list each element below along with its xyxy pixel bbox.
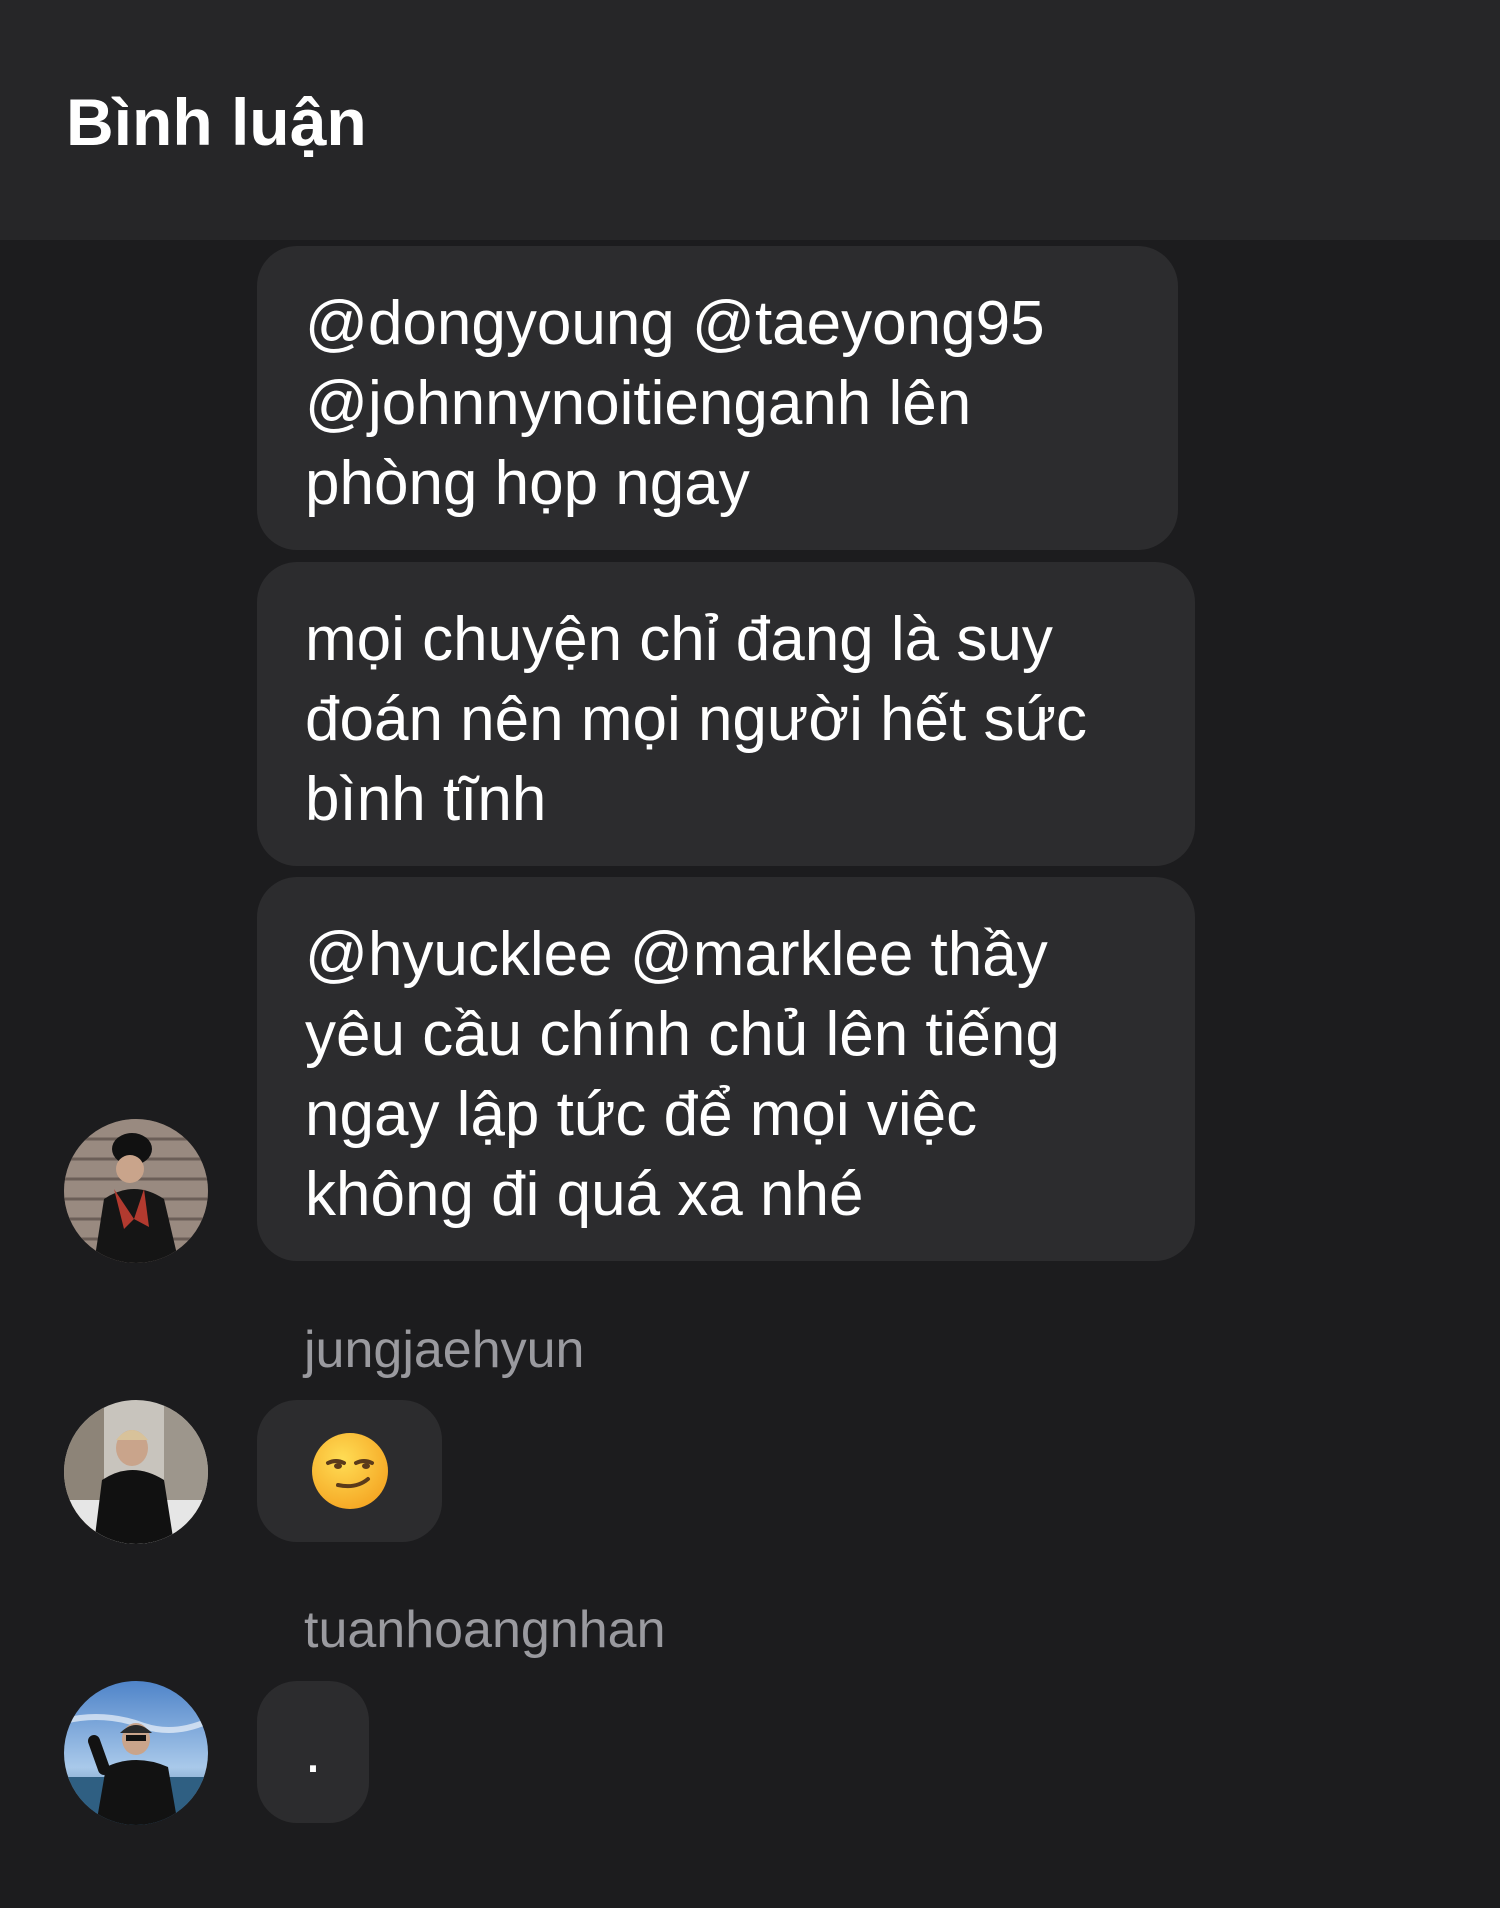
avatar[interactable]: [64, 1681, 208, 1825]
comments-screen: Bình luận @dongyoung @taeyong95 @johnnyn…: [0, 0, 1500, 1908]
comment-text-line: không đi quá xa nhé: [305, 1160, 864, 1229]
comment-bubble[interactable]: mọi chuyện chỉ đang là suy đoán nên mọi …: [257, 562, 1195, 866]
avatar-photo-icon: [64, 1119, 208, 1263]
avatar[interactable]: [64, 1119, 208, 1263]
comment-bubble[interactable]: @dongyoung @taeyong95 @johnnynoitienganh…: [257, 246, 1178, 550]
comment-bubble[interactable]: @hyucklee @marklee thầy yêu cầu chính ch…: [257, 877, 1195, 1261]
comment-text-line: đoán nên mọi người hết sức: [305, 685, 1087, 754]
smirk-emoji-icon: [310, 1431, 390, 1511]
avatar-photo-icon: [64, 1400, 208, 1544]
avatar-photo-icon: [64, 1681, 208, 1825]
comment-username[interactable]: jungjaehyun: [304, 1318, 584, 1382]
comment-text-line: @hyucklee @marklee thầy: [305, 920, 1048, 989]
comment-text-line: @dongyoung @taeyong95: [305, 289, 1045, 358]
comment-bubble[interactable]: .: [257, 1681, 369, 1823]
comment-text-line: @johnnynoitienganh lên: [305, 369, 972, 438]
comment-text-line: mọi chuyện chỉ đang là suy: [305, 605, 1053, 674]
comment-text-line: bình tĩnh: [305, 765, 547, 834]
comment-text: .: [304, 1717, 322, 1786]
avatar[interactable]: [64, 1400, 208, 1544]
comment-text-line: ngay lập tức để mọi việc: [305, 1080, 978, 1149]
comment-text-line: yêu cầu chính chủ lên tiếng: [305, 1000, 1060, 1069]
comment-text-line: phòng họp ngay: [305, 449, 750, 518]
comment-bubble[interactable]: [257, 1400, 442, 1542]
header-bar: Bình luận: [0, 0, 1500, 240]
page-title: Bình luận: [66, 85, 367, 159]
comment-username[interactable]: tuanhoangnhan: [304, 1598, 666, 1662]
